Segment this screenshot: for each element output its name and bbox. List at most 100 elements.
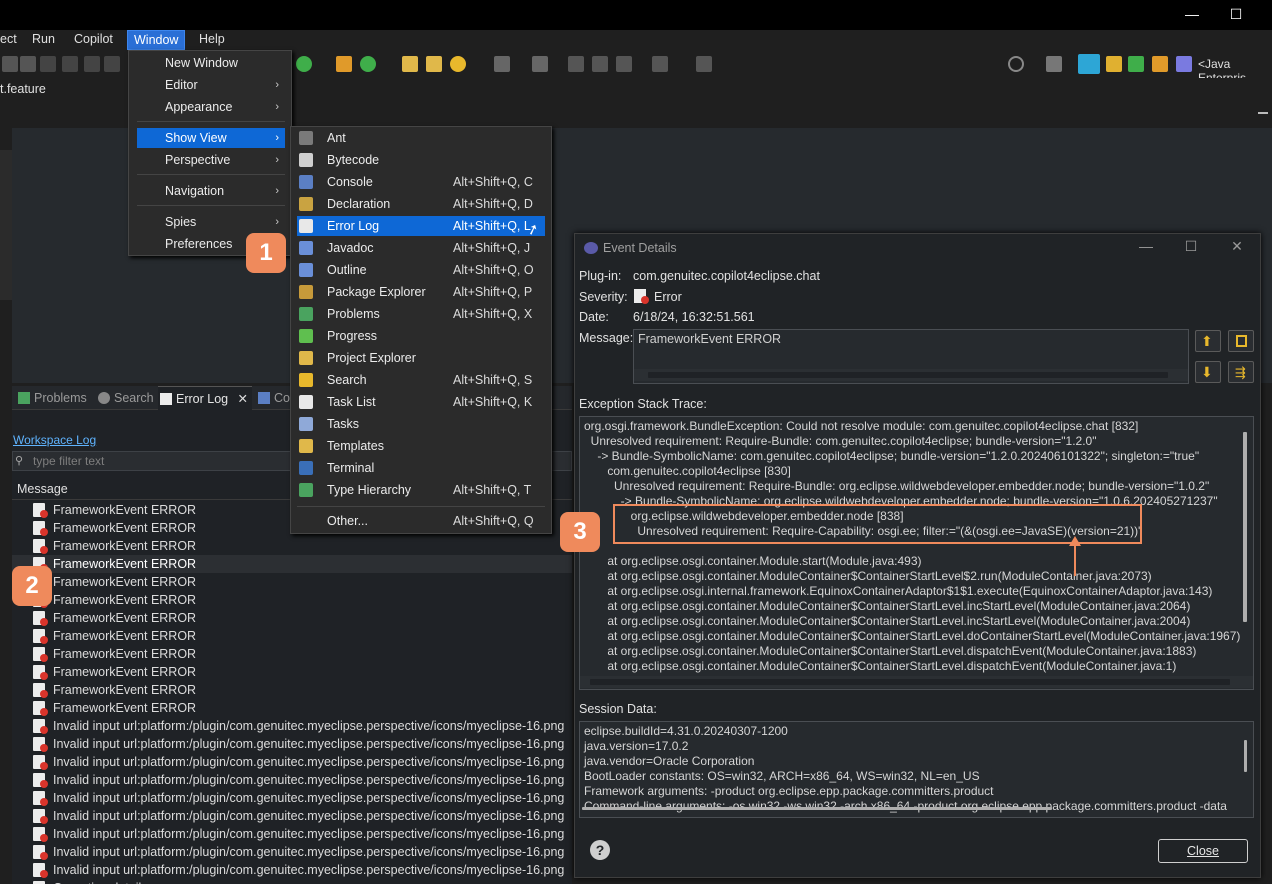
new-icon[interactable] (336, 56, 352, 72)
maximize-button[interactable]: ☐ (1181, 238, 1201, 255)
menu-run[interactable]: Run (26, 30, 61, 50)
back-icon[interactable] (616, 56, 632, 72)
table-row[interactable]: FrameworkEvent ERROR (12, 627, 572, 645)
table-row[interactable]: FrameworkEvent ERROR (12, 645, 572, 663)
tab-problems[interactable]: Problems (16, 386, 87, 410)
menu-item-editor[interactable]: Editor › (137, 75, 285, 95)
next-event-button[interactable]: ⬇ (1195, 361, 1221, 383)
table-row[interactable]: FrameworkEvent ERROR (12, 591, 572, 609)
stack-trace-text[interactable]: org.osgi.framework.BundleException: Coul… (579, 416, 1254, 690)
table-row[interactable]: FrameworkEvent ERROR (12, 663, 572, 681)
previous-event-button[interactable]: ⬆ (1195, 330, 1221, 352)
message-scrollbar[interactable] (634, 369, 1188, 381)
step-return-icon[interactable] (104, 56, 120, 72)
forward-icon[interactable] (652, 56, 668, 72)
minimize-button[interactable]: — (1136, 238, 1156, 254)
step-into-icon[interactable] (62, 56, 78, 72)
menu-help[interactable]: Help (193, 30, 231, 50)
table-row[interactable]: FrameworkEvent ERROR (12, 699, 572, 717)
menu-item-appearance[interactable]: Appearance › (137, 97, 285, 117)
menu-item-new-window[interactable]: New Window (137, 53, 285, 73)
next-edit-icon[interactable] (592, 56, 608, 72)
table-row[interactable]: Invalid input url:platform:/plugin/com.g… (12, 789, 572, 807)
tab-search[interactable]: Search (96, 386, 154, 410)
close-icon[interactable]: ✕ (238, 387, 248, 411)
table-row[interactable]: Invalid input url:platform:/plugin/com.g… (12, 771, 572, 789)
last-edit-icon[interactable] (568, 56, 584, 72)
new-class-icon[interactable] (360, 56, 376, 72)
tab-error-log[interactable]: Error Log ✕ (158, 386, 252, 410)
show-view-item[interactable]: Problems Alt+Shift+Q, X (297, 304, 545, 324)
minimize-view-icon[interactable] (1258, 112, 1268, 114)
table-row[interactable]: Invalid input url:platform:/plugin/com.g… (12, 753, 572, 771)
close-dialog-button[interactable]: Close (1158, 839, 1248, 863)
table-row[interactable]: FrameworkEvent ERROR (12, 681, 572, 699)
session-vscroll[interactable] (1244, 740, 1247, 772)
run-icon[interactable] (296, 56, 312, 72)
show-view-item[interactable]: Javadoc Alt+Shift+Q, J (297, 238, 545, 258)
debug-icon[interactable] (1128, 56, 1144, 72)
stack-trace-vscroll[interactable] (1243, 432, 1247, 622)
session-hscroll[interactable] (582, 807, 1052, 810)
show-view-item[interactable]: Console Alt+Shift+Q, C (297, 172, 545, 192)
show-view-item[interactable]: Project Explorer (297, 348, 545, 368)
show-view-item[interactable]: Tasks (297, 414, 545, 434)
show-view-item[interactable]: Task List Alt+Shift+Q, K (297, 392, 545, 412)
menu-item-show-view[interactable]: Show View › (137, 128, 285, 148)
tab-console[interactable]: Co (256, 386, 290, 410)
workspace-log-link[interactable]: Workspace Log (13, 433, 96, 447)
edit-icon[interactable] (532, 56, 548, 72)
annotation-icon[interactable] (494, 56, 510, 72)
show-view-item[interactable]: Progress (297, 326, 545, 346)
table-row[interactable]: FrameworkEvent ERROR (12, 555, 572, 573)
copy-button[interactable] (1228, 330, 1254, 352)
git-icon[interactable] (1106, 56, 1122, 72)
editor-tab[interactable]: t.feature (0, 82, 46, 96)
pin-icon[interactable] (696, 56, 712, 72)
stop-icon[interactable] (20, 56, 36, 72)
menu-item-perspective[interactable]: Perspective › (137, 150, 285, 170)
show-view-item[interactable]: Other... Alt+Shift+Q, Q (297, 511, 545, 531)
open-task-icon[interactable] (426, 56, 442, 72)
table-row[interactable]: Invalid input url:platform:/plugin/com.g… (12, 825, 572, 843)
show-view-item[interactable]: Terminal (297, 458, 545, 478)
maximize-button[interactable]: ☐ (1226, 6, 1246, 23)
copilot-icon[interactable] (1078, 54, 1100, 74)
open-perspective-icon[interactable] (1046, 56, 1062, 72)
table-row[interactable]: FrameworkEvent ERROR (12, 537, 572, 555)
show-view-item[interactable]: Search Alt+Shift+Q, S (297, 370, 545, 390)
java-ee-icon[interactable] (1152, 56, 1168, 72)
table-row[interactable]: FrameworkEvent ERROR (12, 609, 572, 627)
close-button[interactable]: ✕ (1227, 238, 1247, 255)
step-icon[interactable] (40, 56, 56, 72)
show-view-item[interactable]: Type Hierarchy Alt+Shift+Q, T (297, 480, 545, 500)
search-icon[interactable] (450, 56, 466, 72)
show-view-item[interactable]: Bytecode (297, 150, 545, 170)
menu-copilot[interactable]: Copilot (68, 30, 119, 50)
table-row[interactable]: Invalid input url:platform:/plugin/com.g… (12, 735, 572, 753)
session-data-text[interactable]: eclipse.buildId=4.31.0.20240307-1200 java… (579, 721, 1254, 818)
table-row[interactable]: FrameworkEvent ERROR (12, 573, 572, 591)
show-view-item[interactable]: Outline Alt+Shift+Q, O (297, 260, 545, 280)
show-view-item[interactable]: Declaration Alt+Shift+Q, D (297, 194, 545, 214)
open-type-icon[interactable] (402, 56, 418, 72)
filter-stack-button[interactable]: ⇶ (1228, 361, 1254, 383)
menu-item-navigation[interactable]: Navigation › (137, 181, 285, 201)
help-button[interactable]: ? (590, 840, 610, 860)
show-view-item[interactable]: Error Log Alt+Shift+Q, L (297, 216, 545, 236)
perspective-icon[interactable] (1176, 56, 1192, 72)
menu-project[interactable]: ect (0, 30, 23, 50)
menu-item-spies[interactable]: Spies › (137, 212, 285, 232)
show-view-item[interactable]: Package Explorer Alt+Shift+Q, P (297, 282, 545, 302)
step-over-icon[interactable] (84, 56, 100, 72)
table-row[interactable]: Invalid input url:platform:/plugin/com.g… (12, 843, 572, 861)
table-row[interactable]: Invalid input url:platform:/plugin/com.g… (12, 717, 572, 735)
show-view-item[interactable]: Templates (297, 436, 545, 456)
toolbar-icon[interactable] (2, 56, 18, 72)
show-view-item[interactable]: Ant (297, 128, 545, 148)
menu-window[interactable]: Window (127, 30, 186, 50)
table-row[interactable]: Invalid input url:platform:/plugin/com.g… (12, 807, 572, 825)
table-row[interactable]: Invalid input url:platform:/plugin/com.g… (12, 861, 572, 879)
stack-trace-hscroll[interactable] (580, 676, 1253, 688)
table-row[interactable]: Operation details (12, 879, 572, 884)
